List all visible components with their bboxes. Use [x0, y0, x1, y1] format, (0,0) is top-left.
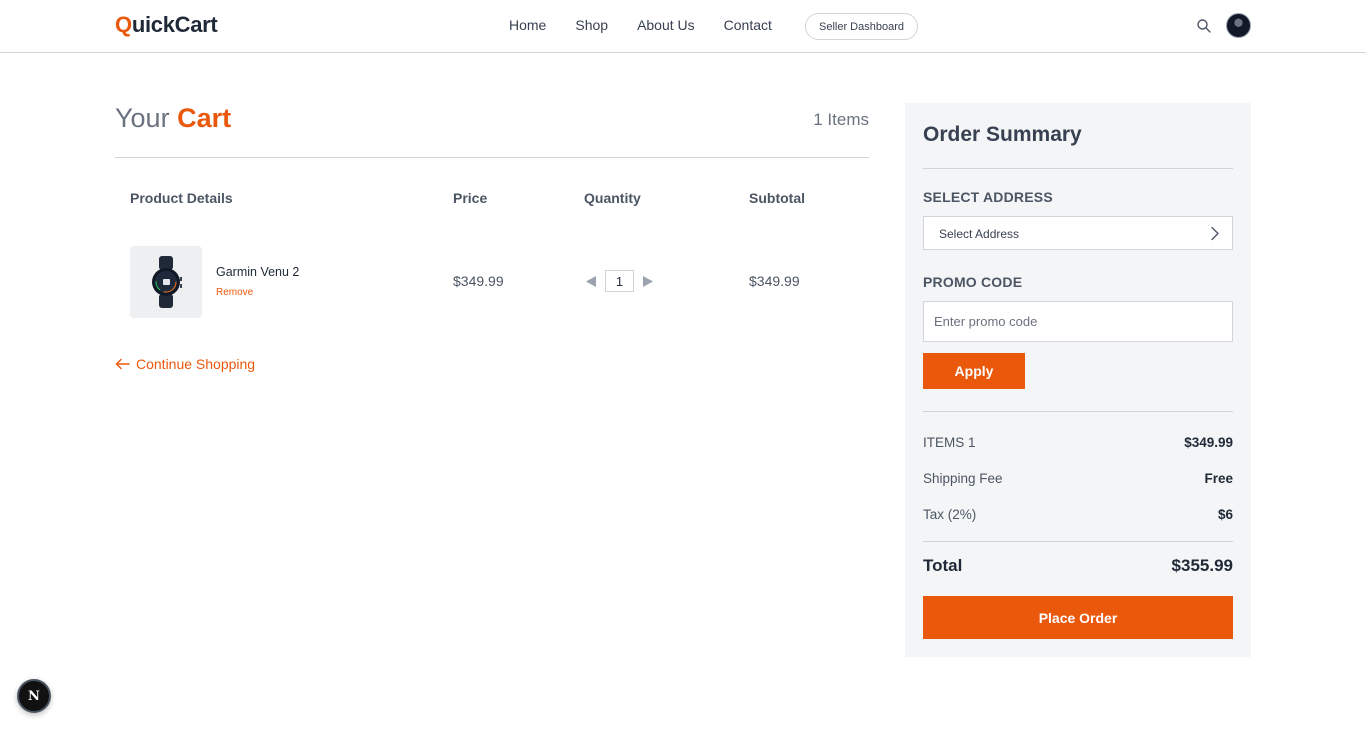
cart-divider [115, 157, 869, 158]
increase-quantity-icon[interactable] [642, 275, 654, 288]
nav-about-link[interactable]: About Us [637, 17, 695, 33]
address-dropdown[interactable]: Select Address [923, 216, 1233, 250]
total-label: Total [923, 556, 963, 575]
column-header-subtotal: Subtotal [749, 190, 805, 206]
column-header-quantity: Quantity [584, 190, 641, 206]
nextjs-dev-badge[interactable]: N [17, 679, 51, 713]
items-count-label: ITEMS 1 [923, 435, 976, 450]
cart-title-prefix: Your [115, 103, 170, 133]
quantity-input[interactable] [605, 270, 634, 292]
seller-dashboard-button[interactable]: Seller Dashboard [805, 13, 918, 40]
logo-text: uickCart [131, 12, 218, 37]
cart-title: Your Cart [115, 103, 231, 134]
item-subtotal: $349.99 [749, 273, 800, 289]
tax-label: Tax (2%) [923, 507, 977, 522]
arrow-left-icon [115, 358, 130, 370]
logo-letter: Q [115, 12, 132, 37]
nav-home-link[interactable]: Home [509, 17, 546, 33]
shipping-fee-value: Free [1204, 471, 1233, 486]
column-header-product-details: Product Details [130, 190, 233, 206]
order-summary-title: Order Summary [923, 123, 1082, 146]
nav-shop-link[interactable]: Shop [575, 17, 608, 33]
tax-value: $6 [1217, 507, 1233, 522]
shipping-fee-label: Shipping Fee [923, 471, 1003, 486]
item-price: $349.99 [453, 273, 504, 289]
user-avatar[interactable] [1226, 13, 1251, 38]
apply-promo-button[interactable]: Apply [923, 353, 1025, 389]
select-address-label: SELECT ADDRESS [923, 189, 1053, 205]
address-dropdown-value: Select Address [939, 227, 1020, 241]
summary-divider [923, 168, 1233, 169]
column-header-price: Price [453, 190, 488, 206]
decrease-quantity-icon[interactable] [585, 275, 597, 288]
total-value: $355.99 [1171, 556, 1233, 575]
summary-divider [923, 541, 1233, 542]
quickcart-logo[interactable]: QuickCart [115, 12, 218, 38]
promo-code-input[interactable] [923, 301, 1233, 342]
search-icon[interactable] [1196, 18, 1212, 34]
continue-shopping-label: Continue Shopping [136, 356, 256, 372]
chevron-right-icon [1211, 226, 1219, 241]
summary-divider [923, 411, 1233, 412]
product-name: Garmin Venu 2 [216, 265, 300, 279]
items-total-value: $349.99 [1184, 435, 1233, 450]
nav-contact-link[interactable]: Contact [724, 17, 772, 33]
remove-item-button[interactable]: Remove [216, 287, 253, 298]
cart-item-count: 1 Items [813, 110, 869, 129]
product-image [130, 246, 202, 318]
smartwatch-image [152, 256, 182, 308]
place-order-button[interactable]: Place Order [923, 596, 1233, 639]
navbar: QuickCart Home Shop About Us Contact Sel… [0, 0, 1366, 53]
main-nav: Home Shop About Us Contact [509, 17, 801, 33]
continue-shopping-link[interactable]: Continue Shopping [115, 356, 255, 372]
promo-code-label: PROMO CODE [923, 274, 1023, 290]
cart-title-accent: Cart [177, 103, 232, 133]
